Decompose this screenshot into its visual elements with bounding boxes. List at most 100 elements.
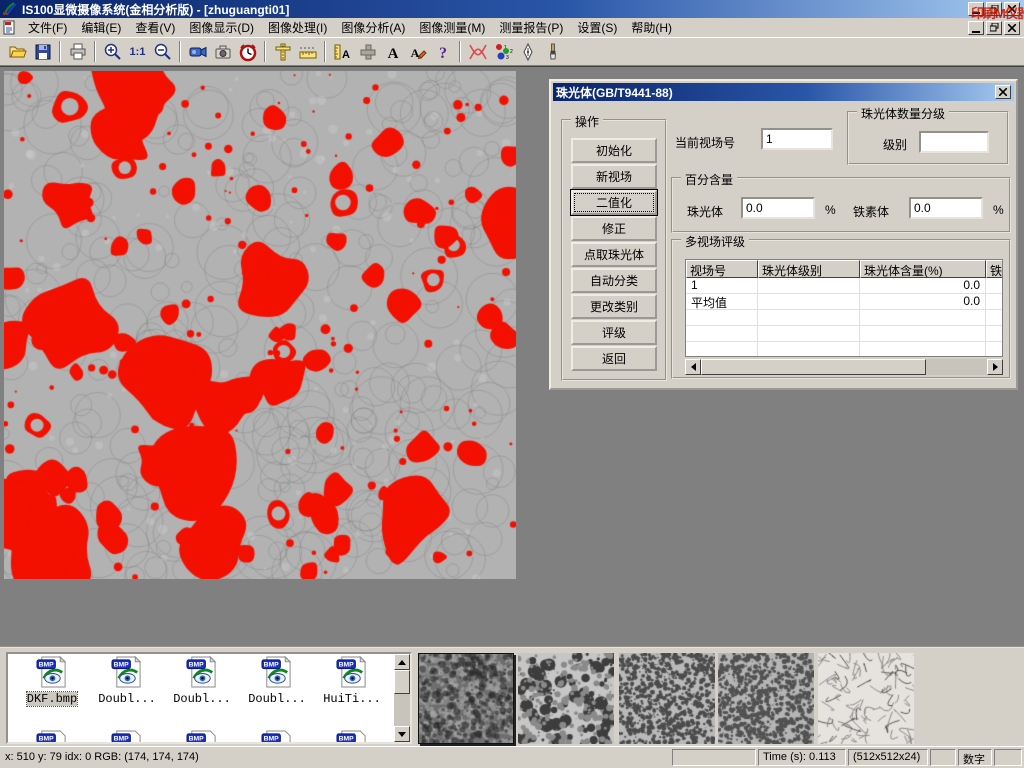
open-button[interactable] [5,40,30,64]
child-minimize-button[interactable] [968,21,984,35]
cell-view-no: 1 [686,278,758,293]
help-button[interactable]: ? [430,40,455,64]
timer-button[interactable] [235,40,260,64]
file-name[interactable]: DKF.bmp [27,692,77,706]
menu-view[interactable]: 查看(V) [128,17,182,38]
bmp-file-icon: BMP [186,656,218,688]
table-horizontal-scrollbar[interactable] [685,359,1003,375]
menu-image-display[interactable]: 图像显示(D) [182,17,261,38]
dialog-body: 操作 初始化 新视场 二值化 修正 点取珠光体 自动分类 更改类别 评级 返回 … [553,101,1014,386]
file-item-partial[interactable]: BMP [168,730,236,742]
menu-image-process[interactable]: 图像处理(I) [261,17,334,38]
menu-bar: 文件(F) 编辑(E) 查看(V) 图像显示(D) 图像处理(I) 图像分析(A… [0,18,1024,38]
particle-classify-button[interactable]: 1 2 3 [490,40,515,64]
scroll-up-button[interactable] [394,654,410,670]
correct-button[interactable]: 修正 [571,216,657,241]
current-view-input[interactable] [761,128,833,150]
zoom-out-button[interactable] [150,40,175,64]
ruler-button[interactable] [295,40,320,64]
zoom-in-button[interactable] [100,40,125,64]
thumbnail-image-3[interactable] [619,653,715,744]
thumbnail-image-5[interactable] [818,653,914,744]
multi-view-table[interactable]: 视场号 珠光体级别 珠光体含量(%) 铁素体含量(%) 1 0.0 平均值 [685,259,1003,357]
pearlite-percent-input[interactable] [741,197,815,219]
menu-image-measure[interactable]: 图像测量(M) [412,17,492,38]
grade-label: 级别 [883,136,907,153]
file-item[interactable]: BMP DKF.bmp [18,656,86,706]
scrollbar-thumb[interactable] [394,670,410,694]
status-panel-empty [672,749,756,766]
annotate-button[interactable]: A [405,40,430,64]
binarize-button[interactable]: 二值化 [571,190,657,215]
scroll-down-button[interactable] [394,726,410,742]
document-icon[interactable] [2,20,17,35]
child-restore-button[interactable] [986,21,1002,35]
grade-input[interactable] [919,131,989,153]
pen-button[interactable] [515,40,540,64]
text-button[interactable]: A [380,40,405,64]
pick-pearlite-button[interactable]: 点取珠光体 [571,242,657,267]
paint-brush-icon [543,42,563,62]
menu-help[interactable]: 帮助(H) [624,17,679,38]
cell-ferrite [986,278,1003,293]
file-item-partial[interactable]: BMP [18,730,86,742]
child-close-button[interactable] [1004,21,1020,35]
new-view-button[interactable]: 新视场 [571,164,657,189]
file-item[interactable]: BMP HuiTi... [318,656,386,706]
scroll-left-button[interactable] [685,359,701,375]
file-list[interactable]: BMP DKF.bmp BMP Doubl... [6,652,412,744]
file-name[interactable]: Doubl... [248,692,306,706]
header-pearlite-grade[interactable]: 珠光体级别 [758,260,860,278]
dialog-close-button[interactable] [995,85,1011,99]
menu-file[interactable]: 文件(F) [21,17,74,38]
scroll-right-button[interactable] [987,359,1003,375]
camera-capture-button[interactable] [210,40,235,64]
spline-cut-button[interactable] [465,40,490,64]
change-class-button[interactable]: 更改类别 [571,294,657,319]
thumbnail-image-2[interactable] [518,653,614,744]
menu-image-analysis[interactable]: 图像分析(A) [334,17,412,38]
auto-classify-button[interactable]: 自动分类 [571,268,657,293]
measure-text-button[interactable]: A [330,40,355,64]
menu-settings[interactable]: 设置(S) [570,17,624,38]
ferrite-percent-input[interactable] [909,197,983,219]
file-item-partial[interactable]: BMP [93,730,161,742]
bmp-file-icon: BMP [186,730,218,742]
header-ferrite-content[interactable]: 铁素体含量(%) [986,260,1003,278]
file-item[interactable]: BMP Doubl... [243,656,311,706]
file-name[interactable]: HuiTi... [323,692,381,706]
menu-edit[interactable]: 编辑(E) [74,17,128,38]
file-name[interactable]: Doubl... [98,692,156,706]
zoom-in-icon [103,42,123,62]
file-list-scrollbar[interactable] [394,654,410,742]
brush-button[interactable] [540,40,565,64]
ferrite-percent-sign: % [993,203,1004,217]
video-capture-button[interactable] [185,40,210,64]
rate-button[interactable]: 评级 [571,320,657,345]
thumbnail-image-1[interactable] [418,653,514,744]
file-name[interactable]: Doubl... [173,692,231,706]
menu-measure-report[interactable]: 测量报告(P) [492,17,570,38]
table-row[interactable]: 平均值 0.0 [686,294,1002,310]
file-item-partial[interactable]: BMP [318,730,386,742]
pearlite-dialog: 珠光体(GB/T9441-88) 操作 初始化 新视场 二值化 修正 点取珠光体… [549,79,1018,390]
status-bar: x: 510 y: 79 idx: 0 RGB: (174, 174, 174)… [0,746,1024,768]
caliper-button[interactable] [270,40,295,64]
file-item[interactable]: BMP Doubl... [93,656,161,706]
table-row[interactable]: 1 0.0 [686,278,1002,294]
return-button[interactable]: 返回 [571,346,657,371]
actual-size-button[interactable]: 1:1 [125,40,150,64]
save-button[interactable] [30,40,55,64]
print-button[interactable] [65,40,90,64]
dialog-title-bar[interactable]: 珠光体(GB/T9441-88) [553,83,1014,101]
header-view-no[interactable]: 视场号 [686,260,758,278]
scrollbar-track[interactable] [926,359,987,375]
scrollbar-thumb[interactable] [701,359,926,375]
file-item[interactable]: BMP Doubl... [168,656,236,706]
metallographic-image[interactable] [4,71,516,579]
header-pearlite-content[interactable]: 珠光体含量(%) [860,260,986,278]
thumbnail-image-4[interactable] [718,653,814,744]
merge-grid-button[interactable] [355,40,380,64]
initialize-button[interactable]: 初始化 [571,138,657,163]
file-item-partial[interactable]: BMP [243,730,311,742]
